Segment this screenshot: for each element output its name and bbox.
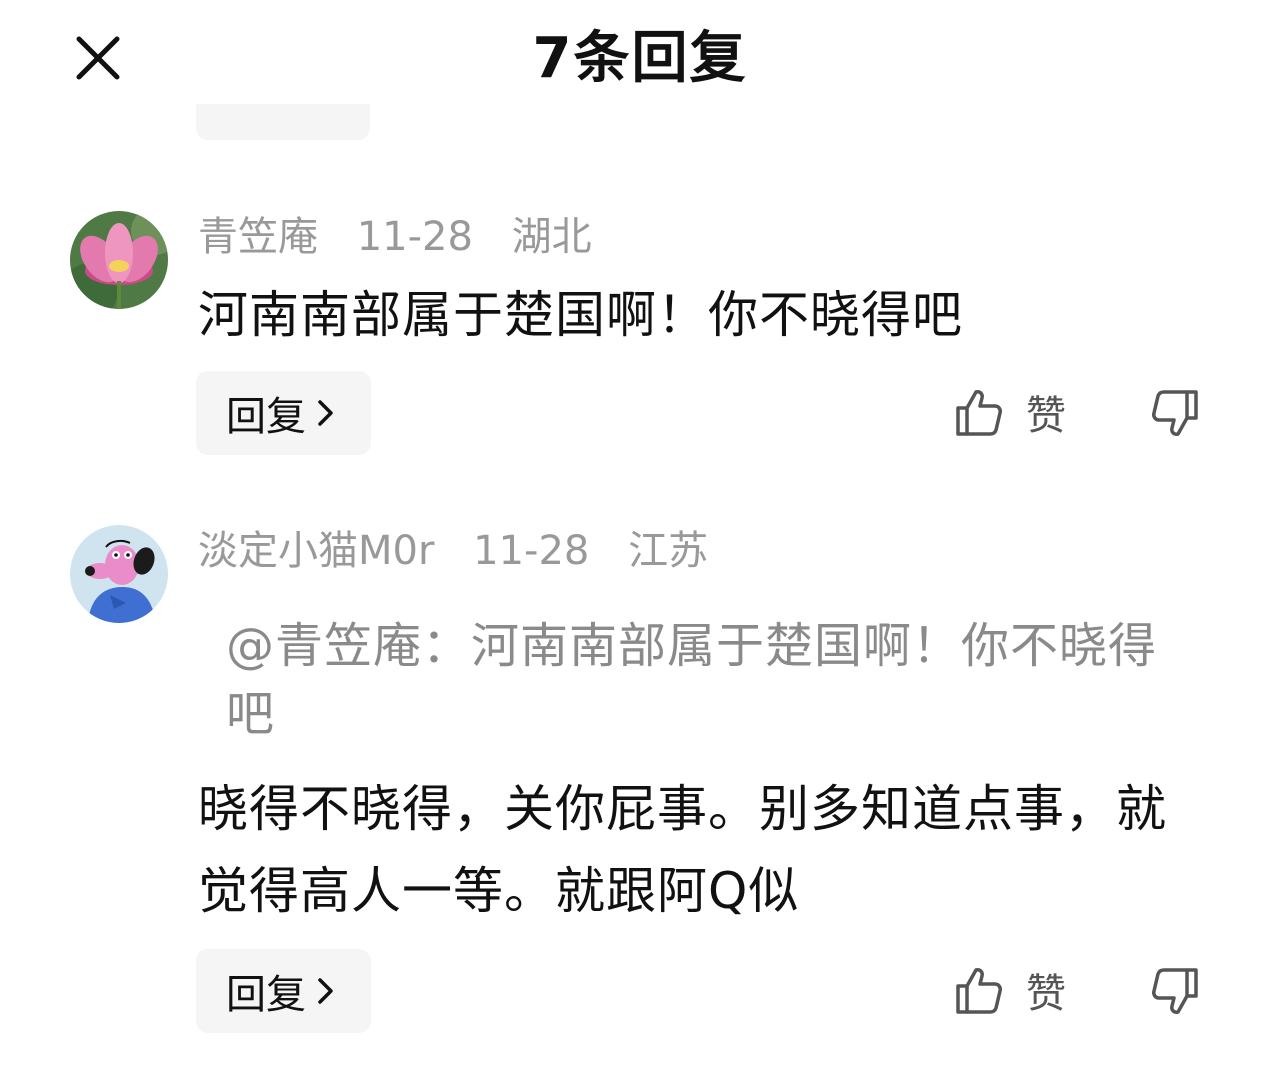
avatar[interactable]: [70, 525, 168, 623]
username[interactable]: 青笠庵: [198, 214, 318, 260]
thumbs-down-icon: [1152, 968, 1198, 1014]
chevron-right-icon: [316, 398, 336, 428]
quoted-reply: @青笠庵：河南南部属于楚国啊！你不晓得吧: [226, 618, 1158, 742]
dislike-button[interactable]: [1148, 962, 1204, 1022]
comment-text: 晓得不晓得，关你屁事。别多知道点事，就觉得高人一等。就跟阿Q似: [198, 780, 1167, 920]
reply-label: 回复: [226, 394, 306, 440]
like-label: 赞: [1026, 971, 1066, 1017]
thumbs-up-icon: [956, 390, 1002, 436]
comment-text: 河南南部属于楚国啊！你不晓得吧: [198, 286, 963, 344]
comment-location: 江苏: [628, 528, 709, 574]
like-button[interactable]: 赞: [952, 382, 1066, 442]
comment-meta: 淡定小猫M0r 11-28 江苏: [198, 526, 734, 576]
comment-date: 11-28: [473, 528, 590, 574]
chevron-right-icon: [316, 976, 336, 1006]
header: 7条回复: [0, 0, 1280, 118]
thumbs-down-icon: [1152, 390, 1198, 436]
dislike-button[interactable]: [1148, 384, 1204, 444]
previous-reply-button-partial[interactable]: [196, 104, 370, 140]
reply-label: 回复: [226, 972, 306, 1018]
thumbs-up-icon: [956, 968, 1002, 1014]
reply-button[interactable]: 回复: [196, 371, 371, 455]
username[interactable]: 淡定小猫M0r: [198, 528, 434, 574]
comment-location: 湖北: [511, 214, 592, 260]
cartoon-dog-avatar-image: [70, 525, 168, 623]
like-button[interactable]: 赞: [952, 960, 1066, 1020]
comment-meta: 青笠庵 11-28 湖北: [198, 212, 618, 262]
page-title: 7条回复: [532, 26, 748, 91]
avatar[interactable]: [70, 211, 168, 309]
like-label: 赞: [1026, 393, 1066, 439]
reply-button[interactable]: 回复: [196, 949, 371, 1033]
comment-date: 11-28: [356, 214, 473, 260]
lotus-avatar-image: [70, 211, 168, 309]
